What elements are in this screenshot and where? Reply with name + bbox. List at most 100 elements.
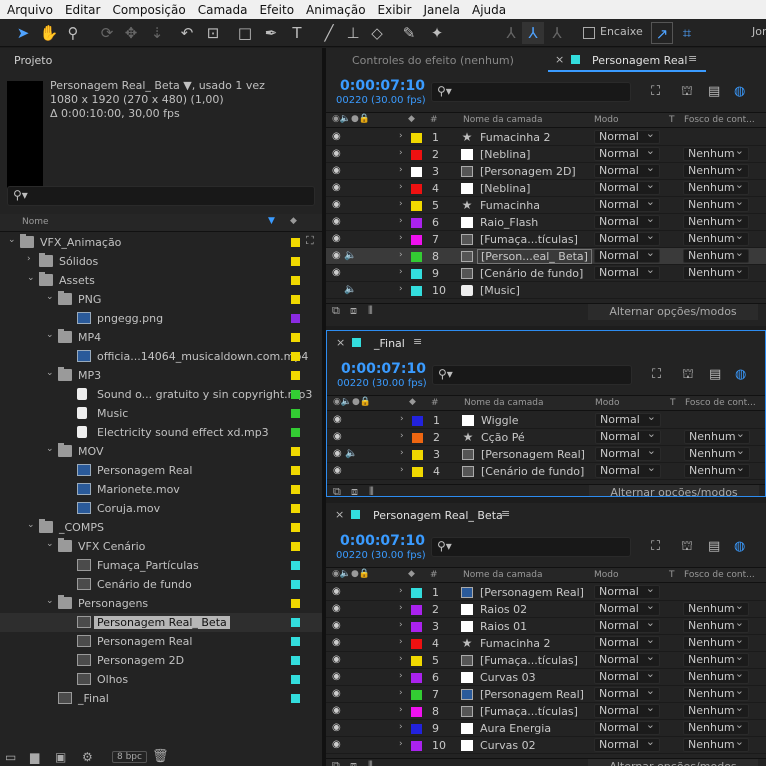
layer-label-color[interactable] bbox=[411, 622, 422, 632]
layer-label-color[interactable] bbox=[411, 588, 422, 598]
layer-row[interactable]: ◉ › 9 [Cenário de fundo] Normal Nenhum bbox=[326, 264, 766, 282]
graph-editor-icon[interactable]: ⦀ bbox=[369, 485, 374, 496]
layer-name[interactable]: Curvas 02 bbox=[480, 739, 536, 752]
motion-blur-icon[interactable]: ◍ bbox=[735, 367, 746, 382]
project-item[interactable]: Personagem 2D bbox=[0, 651, 322, 670]
label-color-swatch[interactable] bbox=[291, 580, 300, 589]
label-color-swatch[interactable] bbox=[291, 333, 300, 342]
project-item[interactable]: ⌄ PNG bbox=[0, 290, 322, 309]
layer-name[interactable]: Raios 02 bbox=[480, 603, 527, 616]
close-tab-icon[interactable]: × bbox=[555, 53, 564, 66]
project-item[interactable]: Cenário de fundo bbox=[0, 575, 322, 594]
comp-mini-flowchart-icon[interactable]: ⛶ bbox=[651, 539, 660, 554]
clone-stamp-tool-icon[interactable]: ⊥ bbox=[342, 22, 364, 44]
tab-menu-icon[interactable]: ≡ bbox=[688, 52, 697, 65]
blend-mode-select[interactable]: Normal bbox=[595, 445, 661, 461]
label-color-swatch[interactable] bbox=[291, 295, 300, 304]
chevron-right-icon[interactable]: › bbox=[399, 216, 403, 226]
project-item[interactable]: Music bbox=[0, 404, 322, 423]
blend-mode-select[interactable]: Normal bbox=[594, 264, 660, 280]
track-matte-select[interactable]: Nenhum bbox=[683, 230, 749, 246]
layer-name-header[interactable]: Nome da camada bbox=[464, 398, 543, 408]
mode-header[interactable]: Modo bbox=[594, 115, 619, 125]
blend-mode-select[interactable]: Normal bbox=[594, 145, 660, 161]
track-matte-select[interactable]: Nenhum bbox=[683, 685, 749, 701]
track-matte-select[interactable]: Nenhum bbox=[683, 213, 749, 229]
layer-label-color[interactable] bbox=[411, 235, 422, 245]
layer-label-color[interactable] bbox=[411, 656, 422, 666]
draft-3d-icon[interactable]: ⛫ bbox=[682, 367, 694, 384]
layer-name[interactable]: Fumacinha 2 bbox=[480, 637, 550, 650]
label-column-icon[interactable]: ◆ bbox=[409, 397, 416, 407]
blend-mode-select[interactable]: Normal bbox=[594, 651, 660, 667]
layer-label-color[interactable] bbox=[411, 252, 422, 262]
toggle-switches-icon[interactable]: ⧈ bbox=[350, 759, 357, 766]
blend-mode-select[interactable]: Normal bbox=[594, 162, 660, 178]
layer-name[interactable]: Fumacinha bbox=[480, 199, 540, 212]
selection-tool-icon[interactable]: ➤ bbox=[12, 22, 34, 44]
layer-row[interactable]: ◉ › 5 ★ Fumacinha Normal Nenhum bbox=[326, 196, 766, 214]
toggle-switches-modes-button[interactable]: Alternar opções/modos bbox=[588, 759, 758, 766]
project-item[interactable]: ⌄ MP3 bbox=[0, 366, 322, 385]
draft-3d-icon[interactable]: ⛫ bbox=[681, 539, 693, 556]
layer-row[interactable]: ◉🔈 › 3 [Personagem Real] Normal Nenhum bbox=[327, 445, 765, 463]
blend-mode-select[interactable]: Normal bbox=[594, 196, 660, 212]
blend-mode-select[interactable]: Normal bbox=[594, 179, 660, 195]
chevron-down-icon[interactable]: ⌄ bbox=[46, 539, 54, 549]
comp-mini-flowchart-icon[interactable]: ⛶ bbox=[651, 84, 660, 99]
encaixe-checkbox[interactable] bbox=[583, 27, 595, 39]
project-item[interactable]: ⌄ MP4 bbox=[0, 328, 322, 347]
chevron-right-icon[interactable]: › bbox=[399, 620, 403, 630]
chevron-right-icon[interactable]: › bbox=[400, 414, 404, 424]
layer-row[interactable]: ◉ › 2 Raios 02 Normal Nenhum bbox=[326, 600, 766, 618]
current-time-display[interactable]: 0:00:07:10 bbox=[341, 361, 426, 377]
rotate-camera-icon[interactable]: ⟳ bbox=[96, 22, 118, 44]
axis-world-icon[interactable]: ⅄ bbox=[522, 22, 544, 44]
comp-settings-icon[interactable]: ⧉ bbox=[332, 304, 340, 318]
blend-mode-select[interactable]: Normal bbox=[594, 634, 660, 650]
layer-label-color[interactable] bbox=[411, 201, 422, 211]
snap-features-icon[interactable]: ⌗ bbox=[676, 22, 698, 44]
chevron-right-icon[interactable]: › bbox=[399, 637, 403, 647]
layer-label-color[interactable] bbox=[411, 133, 422, 143]
flowchart-icon[interactable]: ⛶ bbox=[306, 234, 314, 248]
project-item[interactable]: Coruja.mov bbox=[0, 499, 322, 518]
layer-label-color[interactable] bbox=[412, 450, 423, 460]
label-color-swatch[interactable] bbox=[291, 371, 300, 380]
blend-mode-select[interactable]: Normal bbox=[594, 736, 660, 752]
layer-row[interactable]: ◉ › 6 Curvas 03 Normal Nenhum bbox=[326, 668, 766, 686]
layer-label-color[interactable] bbox=[411, 605, 422, 615]
frame-blend-icon[interactable]: ▤ bbox=[709, 367, 721, 382]
timeline-tab-active[interactable]: Personagem Real bbox=[592, 54, 687, 67]
trash-icon[interactable]: 🗑 bbox=[152, 749, 169, 764]
track-matte-select[interactable]: Nenhum bbox=[683, 162, 749, 178]
label-column-icon[interactable]: ◆ bbox=[290, 216, 297, 226]
track-matte-select[interactable]: Nenhum bbox=[683, 651, 749, 667]
chevron-right-icon[interactable]: › bbox=[399, 267, 403, 277]
comp-settings-icon[interactable]: ⧉ bbox=[333, 485, 341, 496]
layer-row[interactable]: ◉🔈 › 8 [Person...eal_ Beta]Normal Nenhum bbox=[326, 247, 766, 265]
layer-label-color[interactable] bbox=[411, 218, 422, 228]
effect-controls-tab[interactable]: Controles do efeito (nenhum) bbox=[352, 54, 514, 67]
chevron-right-icon[interactable]: › bbox=[400, 465, 404, 475]
project-item[interactable]: ⌄ VFX Cenário bbox=[0, 537, 322, 556]
eye-icon[interactable]: ◉ bbox=[333, 465, 342, 476]
av-switches-icon[interactable]: ◉🔈●🔒 bbox=[332, 114, 370, 124]
chevron-down-icon[interactable]: ⌄ bbox=[8, 235, 16, 245]
chevron-right-icon[interactable]: › bbox=[399, 671, 403, 681]
layer-row[interactable]: ◉ › 7 [Fumaça...tículas] Normal Nenhum bbox=[326, 230, 766, 248]
toggle-switches-modes-button[interactable]: Alternar opções/modos bbox=[588, 304, 758, 320]
new-comp-icon[interactable]: ▣ bbox=[55, 750, 66, 764]
eye-icon[interactable]: ◉ bbox=[333, 448, 342, 459]
eye-icon[interactable]: ◉ bbox=[332, 739, 341, 750]
chevron-down-icon[interactable]: ⌄ bbox=[27, 273, 35, 283]
layer-search-input[interactable]: ⚲▾ bbox=[431, 537, 631, 557]
menu-3[interactable]: Camada bbox=[198, 3, 248, 17]
layer-row[interactable]: ◉ › 1 [Personagem Real] Normal bbox=[326, 583, 766, 601]
layer-row[interactable]: 🔈 › 10 [Music] bbox=[326, 282, 766, 299]
layer-label-color[interactable] bbox=[411, 741, 422, 751]
chevron-right-icon[interactable]: › bbox=[399, 284, 403, 294]
eye-icon[interactable]: ◉ bbox=[332, 620, 341, 631]
project-item[interactable]: Sound o... gratuito y sin copyright.mp3 bbox=[0, 385, 322, 404]
chevron-right-icon[interactable]: › bbox=[399, 233, 403, 243]
